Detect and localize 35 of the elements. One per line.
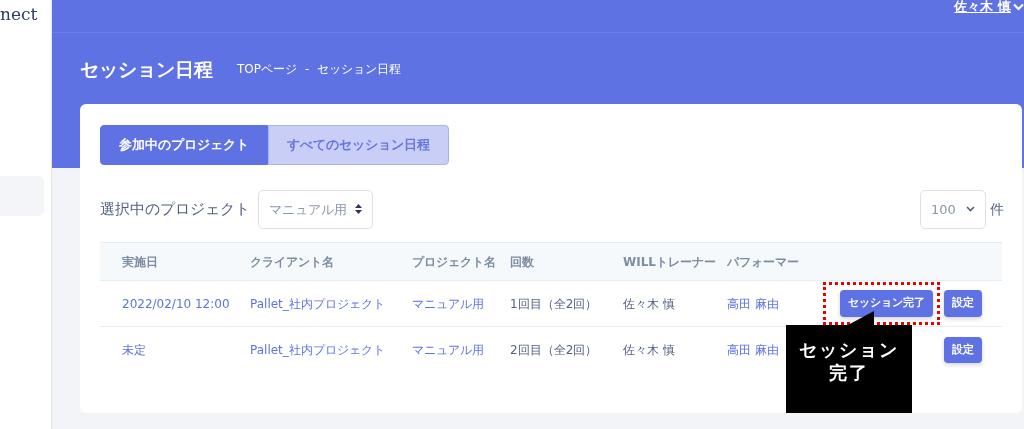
table-cell: 2回目（全2回）	[510, 342, 598, 357]
column-header: プロジェクト名	[412, 254, 496, 269]
column-header: WILLトレーナー	[623, 254, 716, 269]
sort-icon	[355, 204, 362, 215]
breadcrumb-link[interactable]: セッション日程	[317, 60, 402, 79]
callout: セッション完了	[786, 311, 912, 413]
table-link[interactable]: マニュアル用	[412, 296, 484, 311]
action-button[interactable]: 設定	[944, 336, 982, 363]
column-header: 回数	[510, 254, 534, 269]
table-link[interactable]: マニュアル用	[412, 342, 484, 357]
table-cell: 佐々木 慎	[623, 342, 675, 357]
table-link[interactable]: Pallet_社内プロジェクト	[250, 296, 385, 311]
project-select[interactable]: マニュアル用	[258, 189, 373, 229]
column-header: パフォーマー	[727, 254, 799, 269]
logo-text: nect	[0, 3, 39, 26]
table-cell: 1回目（全2回）	[510, 296, 598, 311]
page-size-select[interactable]: 100	[920, 189, 986, 229]
column-header: 実施日	[122, 254, 158, 269]
tab[interactable]: すべてのセッション日程	[268, 125, 449, 165]
page-title: セッション日程	[80, 57, 213, 82]
page-size-unit: 件	[990, 199, 1004, 219]
table-link[interactable]: 2022/02/10 12:00	[122, 296, 230, 311]
column-header: クライアント名	[250, 254, 334, 269]
action-button[interactable]: 設定	[944, 290, 982, 317]
chevron-down-icon	[966, 206, 975, 213]
breadcrumb-link[interactable]: TOPページ	[237, 60, 297, 79]
breadcrumb-separator: -	[305, 61, 310, 79]
table-link[interactable]: Pallet_社内プロジェクト	[250, 342, 385, 357]
filter-label: 選択中のプロジェクト	[100, 199, 250, 220]
table-link[interactable]: 高田 麻由	[727, 342, 779, 357]
chevron-down-icon	[1013, 2, 1024, 11]
table-link[interactable]: 高田 麻由	[727, 296, 779, 311]
table-link[interactable]: 未定	[122, 342, 146, 357]
table-cell: 佐々木 慎	[623, 296, 675, 311]
tab[interactable]: 参加中のプロジェクト	[100, 125, 268, 165]
